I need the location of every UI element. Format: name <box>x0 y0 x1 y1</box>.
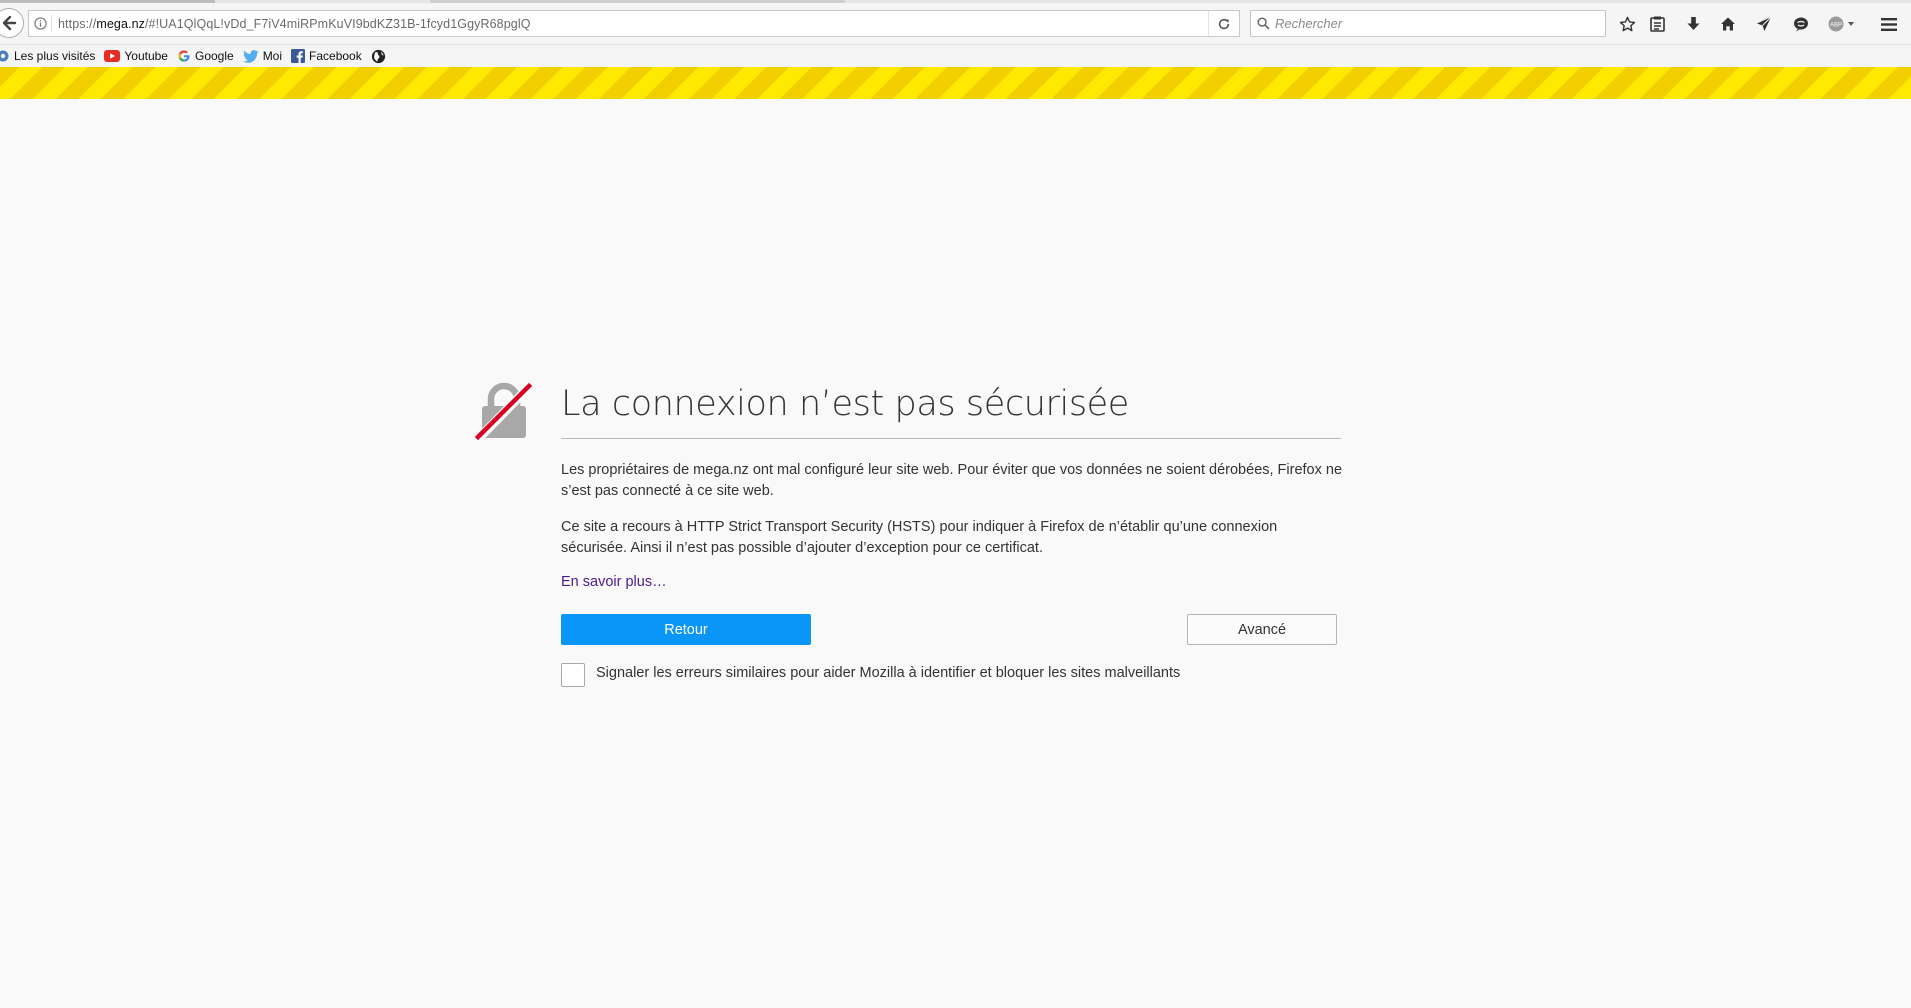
send-button[interactable] <box>1755 15 1773 33</box>
bookmark-youtube[interactable]: Youtube <box>104 49 168 63</box>
url-path: /#!UA1QlQqL!vDd_F7iV4miRPmKuVI9bdKZ31B-1… <box>144 16 531 31</box>
downloads-button[interactable] <box>1684 15 1702 33</box>
back-button[interactable] <box>0 8 24 38</box>
chat-button[interactable] <box>1792 15 1810 33</box>
site-info-button[interactable] <box>29 11 51 36</box>
learn-more-link[interactable]: En savoir plus… <box>561 574 667 590</box>
bookmark-label: Les plus visités <box>14 49 96 63</box>
reading-list-icon <box>1649 16 1665 32</box>
facebook-icon <box>291 49 306 63</box>
broken-lock-icon <box>475 382 533 440</box>
reading-list-button[interactable] <box>1648 15 1666 33</box>
bookmarks-toolbar: Les plus visités Youtube Google Moi Face… <box>0 45 1911 67</box>
bookmark-label: Moi <box>262 49 283 63</box>
insecure-warning-stripe <box>0 67 1911 99</box>
url-text[interactable]: https://mega.nz/#!UA1QlQqL!vDd_F7iV4miRP… <box>58 17 531 31</box>
bookmark-facebook[interactable]: Facebook <box>291 49 362 63</box>
adblock-icon: ABP <box>1828 16 1854 32</box>
main-menu-button[interactable] <box>1880 15 1898 33</box>
bookmark-google[interactable]: Google <box>177 49 234 63</box>
adblock-button[interactable]: ABP <box>1826 15 1860 33</box>
back-to-safety-button[interactable]: Retour <box>561 614 811 645</box>
search-placeholder: Rechercher <box>1275 16 1343 31</box>
menu-icon <box>1881 17 1897 31</box>
url-bar[interactable]: https://mega.nz/#!UA1QlQqL!vDd_F7iV4miRP… <box>28 10 1240 37</box>
hsts-explanation: Ce site a recours à HTTP Strict Transpor… <box>561 519 1278 556</box>
bookmark-most-visited[interactable]: Les plus visités <box>0 49 95 63</box>
youtube-icon <box>104 50 121 62</box>
svg-text:ABP: ABP <box>1830 23 1842 29</box>
star-icon <box>1619 16 1635 31</box>
search-bar[interactable]: Rechercher <box>1250 10 1606 37</box>
bookmark-moi[interactable]: Moi <box>242 49 283 63</box>
url-host: mega.nz <box>96 16 145 31</box>
report-errors-label: Signaler les erreurs similaires pour aid… <box>596 665 1181 681</box>
bookmark-label: Youtube <box>124 49 168 63</box>
navigation-toolbar: https://mega.nz/#!UA1QlQqL!vDd_F7iV4miRP… <box>0 3 1911 45</box>
info-icon <box>33 17 47 30</box>
twitter-icon <box>242 49 259 63</box>
home-button[interactable] <box>1719 15 1737 33</box>
search-icon <box>1251 17 1275 30</box>
url-separator <box>51 15 52 32</box>
url-prefix: https:// <box>58 16 97 31</box>
error-title: La connexion n’est pas sécurisée <box>561 384 1129 424</box>
send-icon <box>1757 16 1772 31</box>
home-icon <box>1721 17 1735 31</box>
download-icon <box>1687 17 1699 30</box>
reload-button[interactable] <box>1208 11 1239 36</box>
bookmark-label: Google <box>194 49 234 63</box>
report-errors-checkbox[interactable] <box>561 663 585 687</box>
reload-icon <box>1218 18 1230 29</box>
bookmark-star-button[interactable] <box>1618 15 1636 33</box>
gear-icon <box>0 50 9 62</box>
title-divider <box>561 438 1341 439</box>
globe-icon <box>371 49 385 63</box>
google-icon <box>178 50 190 62</box>
advanced-button[interactable]: Avancé <box>1187 614 1337 645</box>
bookmark-globe[interactable] <box>371 49 390 64</box>
error-description: Les propriétaires de mega.nz ont mal con… <box>561 462 1343 499</box>
chat-icon <box>1794 17 1808 32</box>
bookmark-label: Facebook <box>309 49 362 63</box>
back-arrow-icon <box>2 15 17 31</box>
